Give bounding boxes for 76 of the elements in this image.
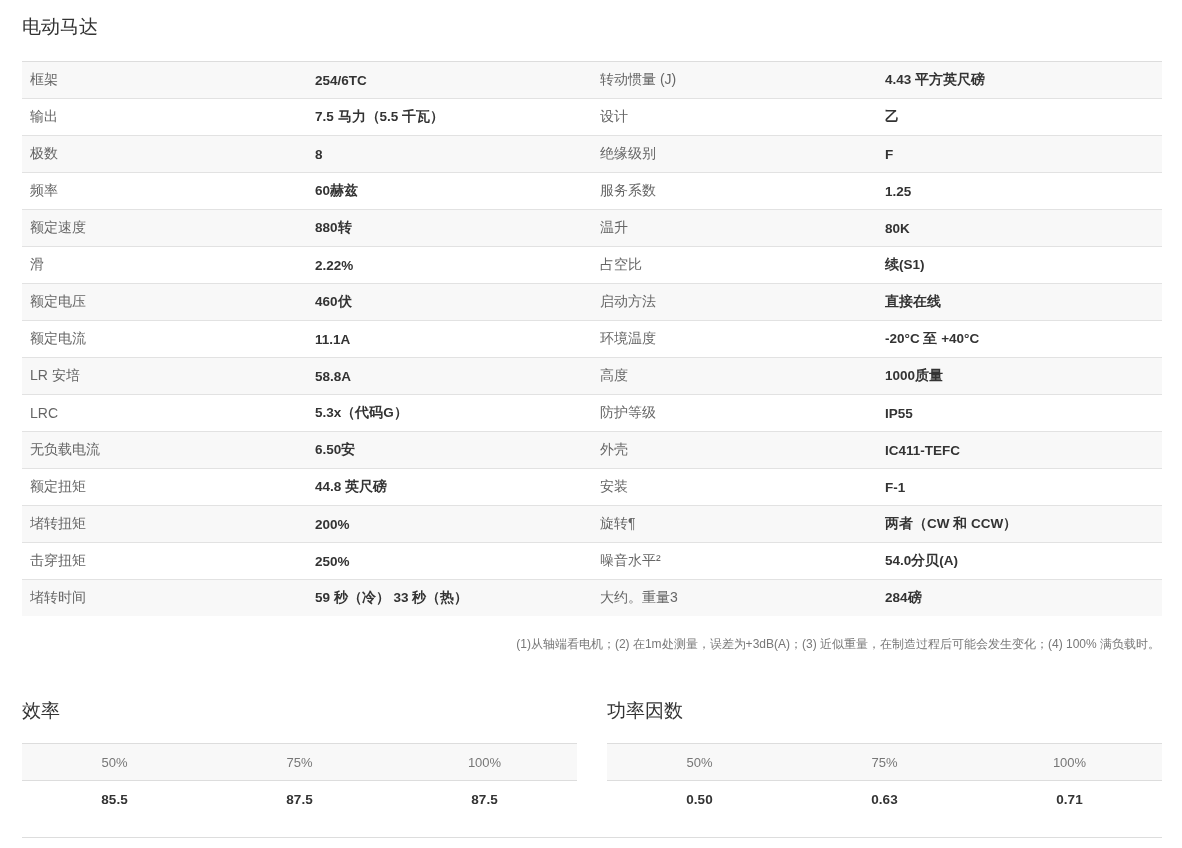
table-cell: 0.63 xyxy=(871,791,898,807)
page-title: 电动马达 xyxy=(22,15,99,39)
spec-label: LR 安培 xyxy=(29,367,81,385)
spec-label: LRC xyxy=(29,405,59,421)
spec-value: 1.25 xyxy=(884,183,913,199)
spec-value: 4.43 平方英尺磅 xyxy=(884,71,987,89)
spec-label: 框架 xyxy=(29,71,59,89)
spec-label: 环境温度 xyxy=(599,330,657,348)
spec-value: F-1 xyxy=(884,479,907,495)
column-header: 75% xyxy=(286,754,313,770)
spec-value: 6.50安 xyxy=(314,441,357,459)
spec-value: 续(S1) xyxy=(884,256,926,274)
spec-label: 额定电压 xyxy=(29,293,87,311)
table-cell: 87.5 xyxy=(471,791,498,807)
spec-value: 59 秒（冷） 33 秒（热） xyxy=(314,589,470,607)
spec-label: 外壳 xyxy=(599,441,629,459)
spec-label: 旋转¶ xyxy=(599,515,637,533)
spec-label: 温升 xyxy=(599,219,629,237)
spec-label: 转动惯量 (J) xyxy=(599,71,678,89)
spec-value: 2.22% xyxy=(314,257,355,273)
spec-label: 极数 xyxy=(29,145,59,163)
spec-label: 击穿扭矩 xyxy=(29,552,87,570)
spec-label: 启动方法 xyxy=(599,293,657,311)
spec-label: 堵转时间 xyxy=(29,589,87,607)
spec-value: 44.8 英尺磅 xyxy=(314,478,389,496)
table-cell: 87.5 xyxy=(286,791,313,807)
footnote: (1)从轴端看电机；(2) 在1m处测量，误差为+3dB(A)；(3) 近似重量，在制造过程后可能会发生变化；(4) 100% 满负载时。 xyxy=(516,636,1160,653)
spec-value: IP55 xyxy=(884,405,914,421)
spec-value: 7.5 马力（5.5 千瓦） xyxy=(314,108,446,126)
table-cell: 85.5 xyxy=(101,791,128,807)
spec-label: 频率 xyxy=(29,182,59,200)
spec-value: 284磅 xyxy=(884,589,923,607)
table-cell: 0.71 xyxy=(1056,791,1083,807)
spec-label: 设计 xyxy=(599,108,629,126)
spec-label: 额定扭矩 xyxy=(29,478,87,496)
spec-label: 安装 xyxy=(599,478,629,496)
spec-label: 堵转扭矩 xyxy=(29,515,87,533)
spec-value: 880转 xyxy=(314,219,353,237)
spec-label: 高度 xyxy=(599,367,629,385)
column-header: 75% xyxy=(871,754,898,770)
spec-label: 噪音水平² xyxy=(599,552,662,570)
spec-value: 254/6TC xyxy=(314,72,368,88)
spec-value: 直接在线 xyxy=(884,293,942,311)
spec-value: -20°C 至 +40°C xyxy=(884,330,981,348)
spec-value: 54.0分贝(A) xyxy=(884,552,959,570)
section-title: 功率因数 xyxy=(607,699,684,723)
spec-label: 绝缘级别 xyxy=(599,145,657,163)
spec-value: 乙 xyxy=(884,108,900,126)
spec-label: 滑 xyxy=(29,256,45,274)
table-cell: 0.50 xyxy=(686,791,713,807)
spec-label: 防护等级 xyxy=(599,404,657,422)
spec-label: 输出 xyxy=(29,108,59,126)
spec-value: 200% xyxy=(314,516,351,532)
spec-value: 11.1A xyxy=(314,331,352,347)
spec-label: 占空比 xyxy=(599,256,643,274)
spec-value: 250% xyxy=(314,553,351,569)
section-title: 效率 xyxy=(22,699,61,723)
column-header: 50% xyxy=(101,754,128,770)
column-header: 100% xyxy=(1052,754,1087,770)
spec-label: 大约。重量3 xyxy=(599,589,679,607)
column-header: 50% xyxy=(686,754,713,770)
spec-value: 58.8A xyxy=(314,368,353,384)
spec-value: 80K xyxy=(884,220,911,236)
column-header: 100% xyxy=(467,754,502,770)
spec-value: 8 xyxy=(314,146,324,162)
spec-label: 额定电流 xyxy=(29,330,87,348)
spec-label: 无负载电流 xyxy=(29,441,101,459)
spec-value: 1000质量 xyxy=(884,367,945,385)
spec-value: 两者（CW 和 CCW） xyxy=(884,515,1019,533)
spec-label: 服务系数 xyxy=(599,182,657,200)
spec-value: F xyxy=(884,146,895,162)
spec-label: 额定速度 xyxy=(29,219,87,237)
spec-value: 60赫兹 xyxy=(314,182,360,200)
spec-value: 5.3x（代码G） xyxy=(314,404,409,422)
spec-value: IC411-TEFC xyxy=(884,442,962,458)
spec-value: 460伏 xyxy=(314,293,353,311)
